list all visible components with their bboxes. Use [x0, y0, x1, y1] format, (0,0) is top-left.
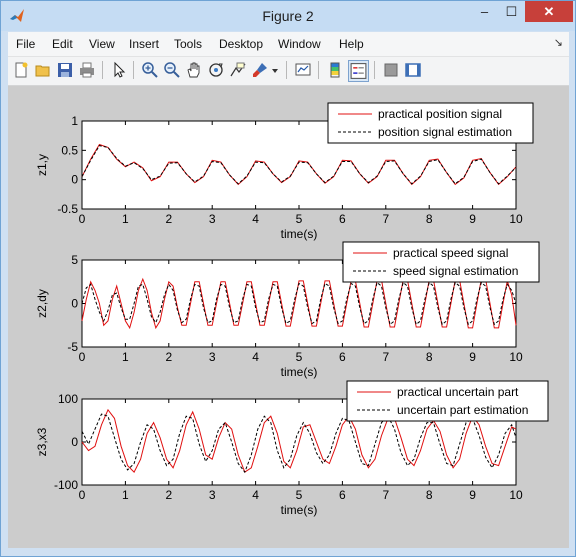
open-file-icon[interactable] [34, 61, 52, 79]
toolbar-separator [374, 61, 375, 79]
x-axis-label: time(s) [281, 227, 318, 241]
legend-label: position signal estimation [378, 125, 512, 139]
insert-colorbar-icon[interactable] [326, 61, 344, 79]
legend-label: practical speed signal [393, 246, 508, 260]
x-tick-label: 0 [79, 488, 86, 502]
minimize-button[interactable]: – [471, 1, 498, 22]
plots-svg: 0 1 2 3 4 5 6 7 8 9 10-0.500.51time(s)z1,ypractica… [35, 102, 549, 517]
figure-toolbar [8, 57, 569, 86]
x-tick-label: 1 [122, 212, 129, 226]
link-plot-icon[interactable] [294, 61, 312, 79]
x-tick-label: 0 [79, 212, 86, 226]
save-icon[interactable] [56, 61, 74, 79]
y-tick-label: 100 [58, 392, 78, 406]
data-cursor-icon[interactable] [229, 61, 247, 79]
x-tick-label: 6 [339, 488, 346, 502]
y-tick-label: 0 [71, 173, 78, 187]
y-tick-label: -100 [54, 478, 78, 492]
x-tick-label: 4 [252, 212, 259, 226]
hide-plot-tools-icon[interactable] [382, 61, 400, 79]
x-tick-label: 8 [426, 488, 433, 502]
rotate-3d-icon[interactable] [207, 61, 225, 79]
insert-legend-icon[interactable] [348, 60, 369, 82]
legend-label: speed signal estimation [393, 264, 518, 278]
y-tick-label: 1 [71, 114, 78, 128]
x-tick-label: 7 [382, 488, 389, 502]
x-tick-label: 4 [252, 350, 259, 364]
menu-view[interactable]: View [89, 37, 115, 51]
subplot-1: 0 1 2 3 4 5 6 7 8 9 10-0.500.51time(s)z1,ypractica… [35, 102, 534, 241]
zoom-out-icon[interactable] [163, 61, 181, 79]
y-axis-label: z2,dy [35, 289, 49, 318]
menu-window[interactable]: Window [278, 37, 321, 51]
legend-label: uncertain part estimation [397, 403, 528, 417]
x-axis-label: time(s) [281, 365, 318, 379]
title-bar[interactable]: Figure 2 – ☐ ✕ [1, 1, 575, 31]
menu-edit[interactable]: Edit [52, 37, 73, 51]
x-tick-label: 7 [382, 350, 389, 364]
x-tick-label: 9 [469, 212, 476, 226]
x-tick-label: 9 [469, 350, 476, 364]
y-tick-label: -5 [67, 340, 78, 354]
x-tick-label: 9 [469, 488, 476, 502]
menu-bar: File Edit View Insert Tools Desktop Wind… [8, 32, 569, 57]
y-tick-label: 0 [71, 435, 78, 449]
y-tick-label: 0.5 [61, 143, 78, 157]
x-tick-label: 8 [426, 212, 433, 226]
legend-label: practical uncertain part [397, 385, 519, 399]
figure-canvas[interactable]: 0 1 2 3 4 5 6 7 8 9 10 -0.5 0 0.5 1 time(s) z1,y practica… [8, 86, 569, 548]
y-axis-label: z3,x3 [35, 427, 49, 456]
x-tick-label: 3 [209, 212, 216, 226]
brush-dropdown-icon[interactable] [270, 61, 280, 79]
y-axis-label: z1,y [35, 154, 49, 176]
x-tick-label: 5 [296, 350, 303, 364]
y-tick-label: 0 [71, 297, 78, 311]
x-tick-label: 10 [509, 488, 523, 502]
x-tick-label: 1 [122, 488, 129, 502]
x-tick-label: 5 [296, 488, 303, 502]
toolbar-separator [318, 61, 319, 79]
x-tick-label: 2 [165, 350, 172, 364]
new-figure-icon[interactable] [12, 61, 30, 79]
x-tick-label: 4 [252, 488, 259, 502]
x-tick-label: 1 [122, 350, 129, 364]
y-tick-label: -0.5 [57, 202, 78, 216]
brush-icon[interactable] [251, 61, 269, 79]
show-plot-tools-icon[interactable] [404, 61, 422, 79]
toolbar-separator [102, 61, 103, 79]
menu-insert[interactable]: Insert [129, 37, 159, 51]
x-tick-label: 6 [339, 350, 346, 364]
x-tick-label: 6 [339, 212, 346, 226]
edit-plot-arrow-icon[interactable] [110, 61, 128, 79]
print-icon[interactable] [78, 61, 96, 79]
menu-tools[interactable]: Tools [174, 37, 202, 51]
x-axis-label: time(s) [281, 503, 318, 517]
undock-arrow-icon[interactable]: ↘ [554, 36, 563, 49]
x-tick-label: 8 [426, 350, 433, 364]
x-tick-label: 3 [209, 488, 216, 502]
zoom-in-icon[interactable] [141, 61, 159, 79]
toolbar-separator [133, 61, 134, 79]
x-tick-label: 10 [509, 212, 523, 226]
menu-help[interactable]: Help [339, 37, 364, 51]
x-tick-label: 7 [382, 212, 389, 226]
close-button[interactable]: ✕ [525, 1, 573, 22]
maximize-button[interactable]: ☐ [498, 1, 525, 22]
x-tick-label: 10 [509, 350, 523, 364]
x-tick-label: 3 [209, 350, 216, 364]
menu-file[interactable]: File [16, 37, 35, 51]
legend-label: practical position signal [378, 107, 502, 121]
menu-desktop[interactable]: Desktop [219, 37, 263, 51]
toolbar-separator [286, 61, 287, 79]
figure-window: Figure 2 – ☐ ✕ File Edit View Insert Too… [0, 0, 576, 557]
y-tick-label: 5 [71, 253, 78, 267]
x-tick-label: 5 [296, 212, 303, 226]
subplot-3: 0 1 2 3 4 5 6 7 8 9 10-1000100time(s)z3,x3practica… [35, 380, 549, 517]
subplot-2: 0 1 2 3 4 5 6 7 8 9 10-505time(s)z2,dypractical sp… [35, 241, 540, 379]
pan-hand-icon[interactable] [185, 61, 203, 79]
x-tick-label: 2 [165, 212, 172, 226]
x-tick-label: 0 [79, 350, 86, 364]
x-tick-label: 2 [165, 488, 172, 502]
